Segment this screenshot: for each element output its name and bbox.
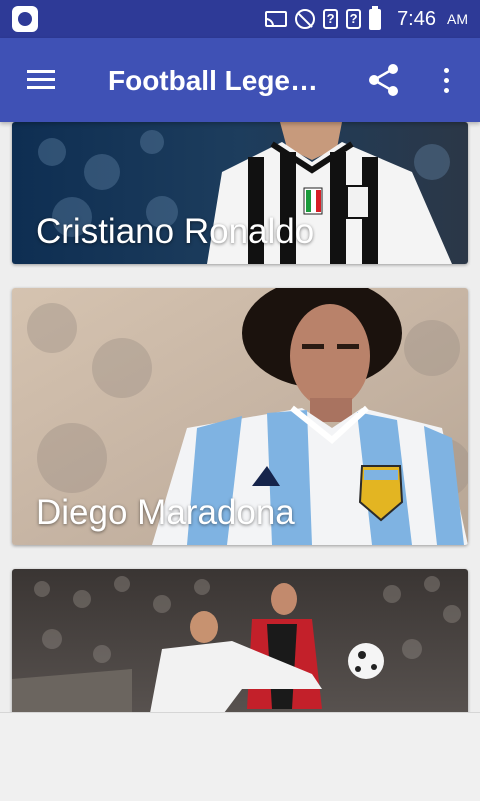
battery-icon xyxy=(369,5,382,30)
more-vert-icon[interactable] xyxy=(426,58,466,102)
page-title: Football Legends xyxy=(108,65,333,96)
legend-photo xyxy=(12,569,468,712)
legend-card[interactable] xyxy=(12,569,468,712)
signal-icon: ? xyxy=(323,9,339,29)
status-icons: ? ? 7:46 AM xyxy=(265,0,468,38)
app-toolbar: Football Legends xyxy=(0,38,480,122)
app-notification-icon xyxy=(12,6,38,32)
legend-card[interactable]: Cristiano Ronaldo xyxy=(12,122,468,264)
share-icon[interactable] xyxy=(362,58,406,102)
status-time: 7:46 xyxy=(397,7,436,30)
bottom-area xyxy=(0,712,480,801)
signal-icon-2: ? xyxy=(346,9,362,29)
legend-name: Diego Maradona xyxy=(36,493,295,532)
status-bar: ? ? 7:46 AM xyxy=(0,0,480,38)
status-ampm: AM xyxy=(447,11,468,27)
menu-icon[interactable] xyxy=(14,58,58,102)
legend-name: Cristiano Ronaldo xyxy=(36,212,315,251)
legend-card[interactable]: Diego Maradona xyxy=(12,288,468,545)
legends-list[interactable]: Cristiano Ronaldo Diego Maradona xyxy=(0,122,480,712)
do-not-disturb-icon xyxy=(295,9,316,29)
cast-icon xyxy=(265,11,288,27)
